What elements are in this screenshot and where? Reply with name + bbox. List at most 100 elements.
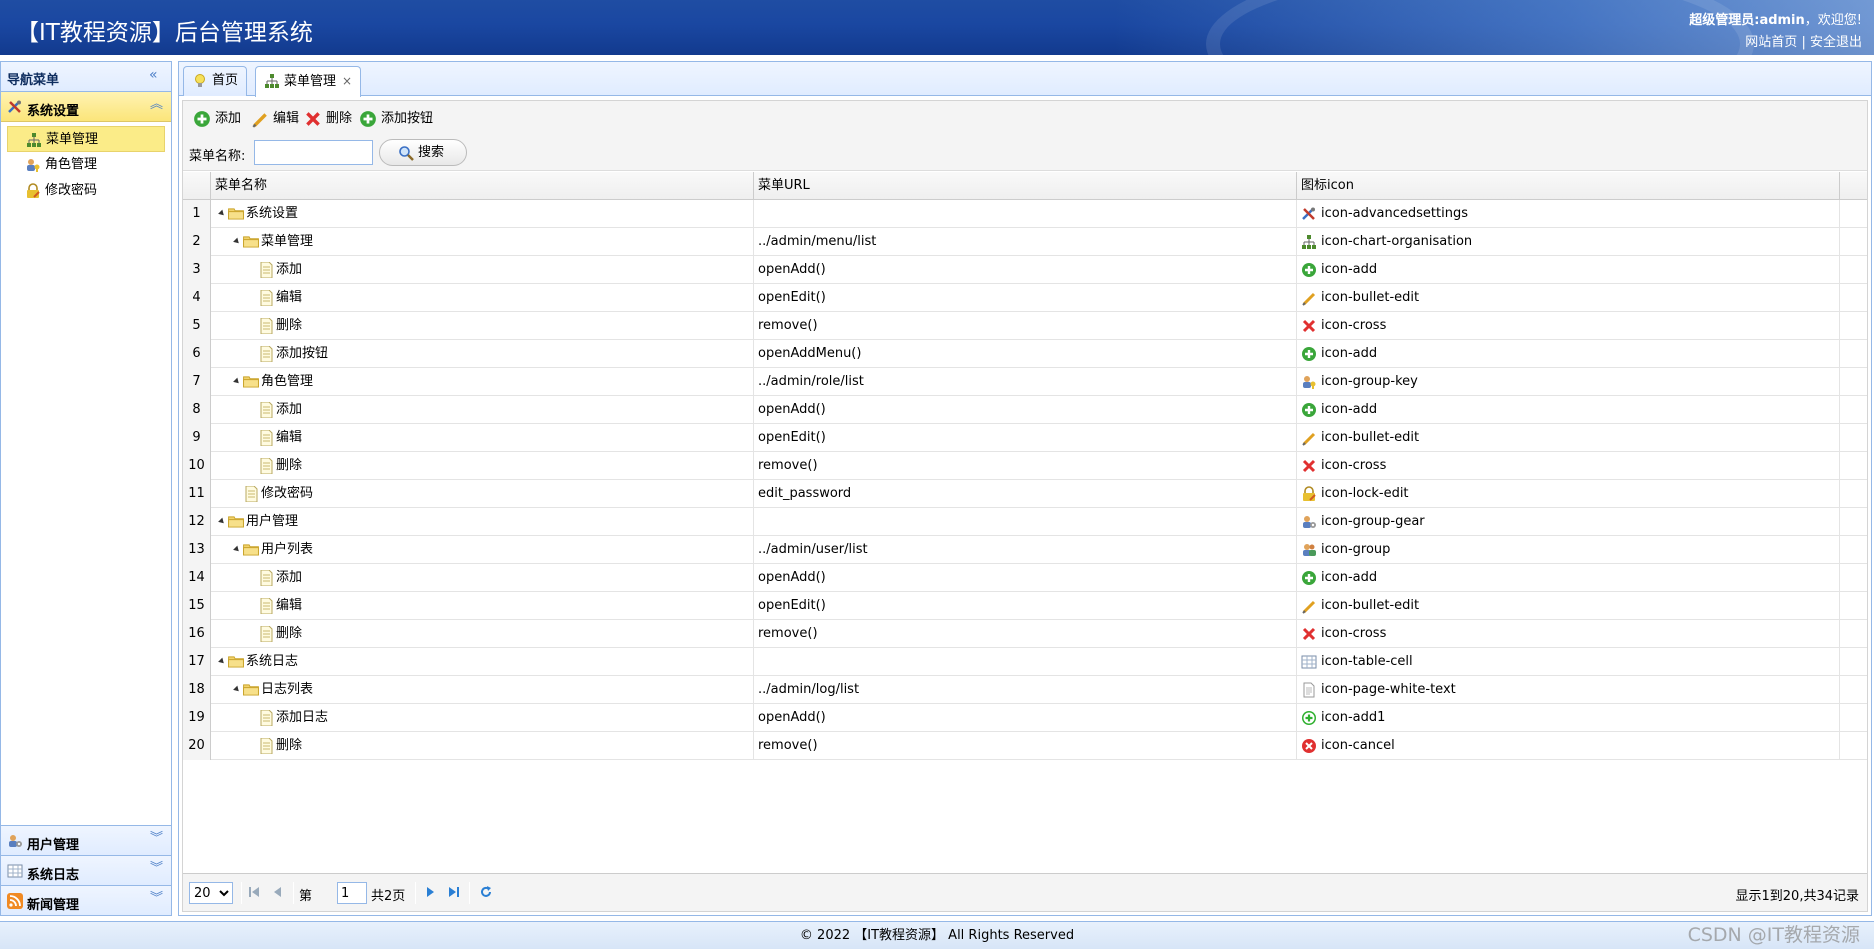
prev-page-icon[interactable] — [271, 885, 285, 899]
menu-url-cell: openEdit() — [754, 592, 1297, 620]
delete-button[interactable]: 删除 — [304, 109, 352, 129]
nav-group-user-management[interactable]: 用户管理 ︾ — [1, 825, 171, 855]
table-row[interactable]: 14 添加 openAdd() icon-add — [183, 564, 1867, 592]
icon-cell: icon-cross — [1297, 452, 1840, 480]
icon-cell: icon-cross — [1297, 620, 1840, 648]
expand-arrow-icon[interactable] — [218, 517, 226, 526]
menu-url-cell: edit_password — [754, 480, 1297, 508]
table-row[interactable]: 5 删除 remove() icon-cross — [183, 312, 1867, 340]
table-row[interactable]: 19 添加日志 openAdd() icon-add1 — [183, 704, 1867, 732]
expand-arrow-icon[interactable] — [218, 209, 226, 218]
expand-arrow-icon[interactable] — [233, 685, 241, 694]
chevron-down-icon[interactable]: ︾ — [150, 892, 163, 906]
icon-cell: icon-add1 — [1297, 704, 1840, 732]
row-number: 7 — [183, 368, 211, 396]
icon-cell: icon-group-key — [1297, 368, 1840, 396]
cross-icon — [1302, 319, 1316, 333]
last-page-icon[interactable] — [447, 885, 461, 899]
menu-name-cell: 添加 — [211, 396, 754, 424]
table-row[interactable]: 4 编辑 openEdit() icon-bullet-edit — [183, 284, 1867, 312]
tab-menu-management[interactable]: 菜单管理 × — [255, 66, 362, 97]
icon-class-name: icon-add — [1321, 402, 1378, 417]
table-row[interactable]: 13 用户列表 ../admin/user/list icon-group — [183, 536, 1867, 564]
menu-name-cell: 添加日志 — [211, 704, 754, 732]
add-menu-button[interactable]: 添加按钮 — [359, 109, 433, 129]
chevron-up-icon[interactable]: ︽ — [150, 98, 163, 112]
table-row[interactable]: 9 编辑 openEdit() icon-bullet-edit — [183, 424, 1867, 452]
footer: © 2022 【IT教程资源】 All Rights Reserved — [0, 921, 1874, 949]
delete-button-label: 删除 — [326, 111, 353, 126]
icon-class-name: icon-group-key — [1321, 374, 1418, 389]
bullet-edit-icon — [252, 113, 267, 128]
icon-class-name: icon-add — [1321, 570, 1378, 585]
table-row[interactable]: 12 用户管理 icon-group-gear — [183, 508, 1867, 536]
column-header-menu-name[interactable]: 菜单名称 — [211, 172, 754, 200]
page-total: 共2页 — [371, 889, 406, 904]
file-icon — [260, 290, 273, 306]
add-button[interactable]: 添加 — [193, 109, 241, 129]
row-number: 8 — [183, 396, 211, 424]
menu-name-cell: 用户列表 — [211, 536, 754, 564]
advancedsettings-icon — [1302, 207, 1315, 220]
refresh-icon[interactable] — [479, 885, 493, 899]
menu-name: 系统日志 — [246, 654, 299, 669]
menu-name-cell: 删除 — [211, 732, 754, 760]
search-button[interactable]: 搜索 — [379, 139, 467, 166]
row-number: 2 — [183, 228, 211, 256]
table-row[interactable]: 7 角色管理 ../admin/role/list icon-group-key — [183, 368, 1867, 396]
first-page-icon[interactable] — [247, 885, 261, 899]
group-key-icon — [27, 159, 40, 172]
pager-divider — [293, 882, 294, 904]
menu-name: 添加 — [276, 402, 303, 417]
bullet-edit-icon — [1302, 432, 1316, 446]
chevron-down-icon[interactable]: ︾ — [150, 832, 163, 846]
close-icon[interactable]: × — [342, 74, 352, 88]
table-row[interactable]: 18 日志列表 ../admin/log/list icon-page-white-t… — [183, 676, 1867, 704]
table-row[interactable]: 2 菜单管理 ../admin/menu/list icon-chart-organi… — [183, 228, 1867, 256]
table-row[interactable]: 16 删除 remove() icon-cross — [183, 620, 1867, 648]
column-header-menu-url[interactable]: 菜单URL — [754, 172, 1297, 200]
table-row[interactable]: 20 删除 remove() icon-cancel — [183, 732, 1867, 760]
next-page-icon[interactable] — [423, 885, 437, 899]
column-header-icon[interactable]: 图标icon — [1297, 172, 1840, 200]
table-row[interactable]: 1 系统设置 icon-advancedsettings — [183, 200, 1867, 228]
page-number-input[interactable] — [337, 882, 367, 904]
menu-name: 修改密码 — [261, 486, 314, 501]
icon-class-name: icon-add1 — [1321, 710, 1386, 725]
icon-cell: icon-group-gear — [1297, 508, 1840, 536]
logout-link[interactable]: 安全退出 — [1810, 35, 1862, 50]
folder-icon — [228, 516, 244, 528]
collapse-left-icon[interactable]: « — [149, 68, 163, 82]
table-row[interactable]: 17 系统日志 icon-table-cell — [183, 648, 1867, 676]
table-row[interactable]: 11 修改密码 edit_password icon-lock-edit — [183, 480, 1867, 508]
table-row[interactable]: 6 添加按钮 openAddMenu() icon-add — [183, 340, 1867, 368]
menu-name: 日志列表 — [261, 682, 314, 697]
menu-name-search-input[interactable] — [254, 140, 373, 165]
edit-button[interactable]: 编辑 — [251, 109, 299, 129]
add-icon — [194, 111, 210, 127]
nav-group-system-settings[interactable]: 系统设置 ︽ — [1, 92, 171, 122]
table-row[interactable]: 8 添加 openAdd() icon-add — [183, 396, 1867, 424]
expand-arrow-icon[interactable] — [218, 657, 226, 666]
page-size-select[interactable]: 20 — [189, 882, 233, 904]
expand-arrow-icon[interactable] — [233, 545, 241, 554]
table-row[interactable]: 3 添加 openAdd() icon-add — [183, 256, 1867, 284]
chevron-down-icon[interactable]: ︾ — [150, 862, 163, 876]
table-row[interactable]: 10 删除 remove() icon-cross — [183, 452, 1867, 480]
nav-item-change-password[interactable]: 修改密码 — [7, 178, 165, 204]
user-role: 超级管理员: — [1689, 13, 1760, 28]
chart-organisation-icon — [1302, 235, 1316, 249]
nav-group-news-management[interactable]: 新闻管理 ︾ — [1, 885, 171, 915]
icon-cell: icon-bullet-edit — [1297, 592, 1840, 620]
nav-item-menu-management[interactable]: 菜单管理 — [7, 126, 165, 152]
user-greeting: 超级管理员:admin，欢迎您! — [1689, 9, 1862, 28]
expand-arrow-icon[interactable] — [233, 377, 241, 386]
file-icon — [260, 346, 273, 362]
table-row[interactable]: 15 编辑 openEdit() icon-bullet-edit — [183, 592, 1867, 620]
nav-group-system-log[interactable]: 系统日志 ︾ — [1, 855, 171, 885]
tab-home[interactable]: 首页 — [183, 66, 248, 96]
expand-arrow-icon[interactable] — [233, 237, 241, 246]
file-icon — [260, 430, 273, 446]
nav-item-role-management[interactable]: 角色管理 — [7, 152, 165, 178]
site-home-link[interactable]: 网站首页 — [1745, 35, 1797, 50]
